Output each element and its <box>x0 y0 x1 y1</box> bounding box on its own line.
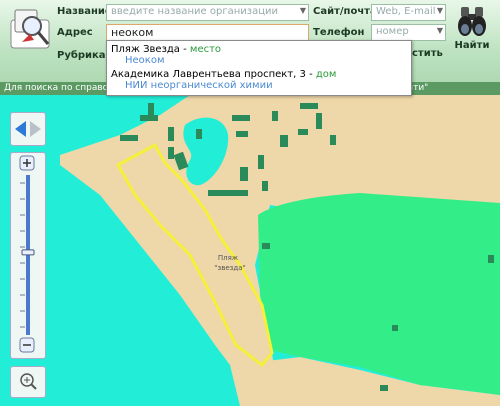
site-field[interactable]: Web, E-mail ▼ <box>371 4 446 21</box>
rubric-label: Рубрика <box>57 50 106 61</box>
phone-field[interactable]: номер ▼ <box>371 24 446 41</box>
history-panel <box>10 112 46 146</box>
find-label: Найти <box>454 40 490 51</box>
place-label: "звезда" <box>214 264 245 272</box>
place-label: Пляж <box>218 254 239 262</box>
directory-logo-icon <box>8 6 54 54</box>
chevron-down-icon[interactable]: ▼ <box>300 6 306 15</box>
chevron-down-icon[interactable]: ▼ <box>437 6 443 15</box>
phone-label: Телефон <box>313 27 365 38</box>
address-suggestions: Пляж Звезда - место Неоком Академика Лав… <box>106 40 412 96</box>
magnifier-panel <box>10 366 46 398</box>
suggestion-title: Академика Лаврентьева проспект, 3 <box>111 69 306 80</box>
suggestion-item[interactable]: Академика Лаврентьева проспект, 3 - дом … <box>111 69 336 91</box>
phone-placeholder: номер <box>376 26 409 37</box>
chevron-down-icon[interactable]: ▼ <box>437 26 443 35</box>
zoom-slider-handle[interactable] <box>21 249 35 256</box>
map-canvas[interactable]: Пляж "звезда" <box>0 95 500 406</box>
arrow-left-icon[interactable] <box>15 121 26 137</box>
address-label: Адрес <box>57 27 93 38</box>
name-label: Название <box>57 6 112 17</box>
binoculars-icon <box>458 7 486 36</box>
site-placeholder: Web, E-mail <box>376 6 436 17</box>
suggestion-sub: Неоком <box>125 55 165 66</box>
find-button[interactable]: Найти <box>448 2 496 62</box>
zoom-panel <box>10 152 46 359</box>
address-value: неоком <box>111 26 154 39</box>
suggestion-kind: место <box>189 44 222 55</box>
name-placeholder: введите название организации <box>111 6 279 17</box>
address-field[interactable]: неоком <box>106 24 309 41</box>
suggestion-kind: дом <box>315 69 337 80</box>
suggestion-title: Пляж Звезда <box>111 44 180 55</box>
magnifier-icon[interactable] <box>11 367 45 397</box>
arrow-right-icon[interactable] <box>30 121 41 137</box>
name-field[interactable]: введите название организации ▼ <box>106 4 309 21</box>
suggestion-sub: НИИ неорганической химии <box>125 80 273 91</box>
suggestion-item[interactable]: Пляж Звезда - место Неоком <box>111 44 221 66</box>
site-label: Сайт/почта <box>313 6 377 17</box>
